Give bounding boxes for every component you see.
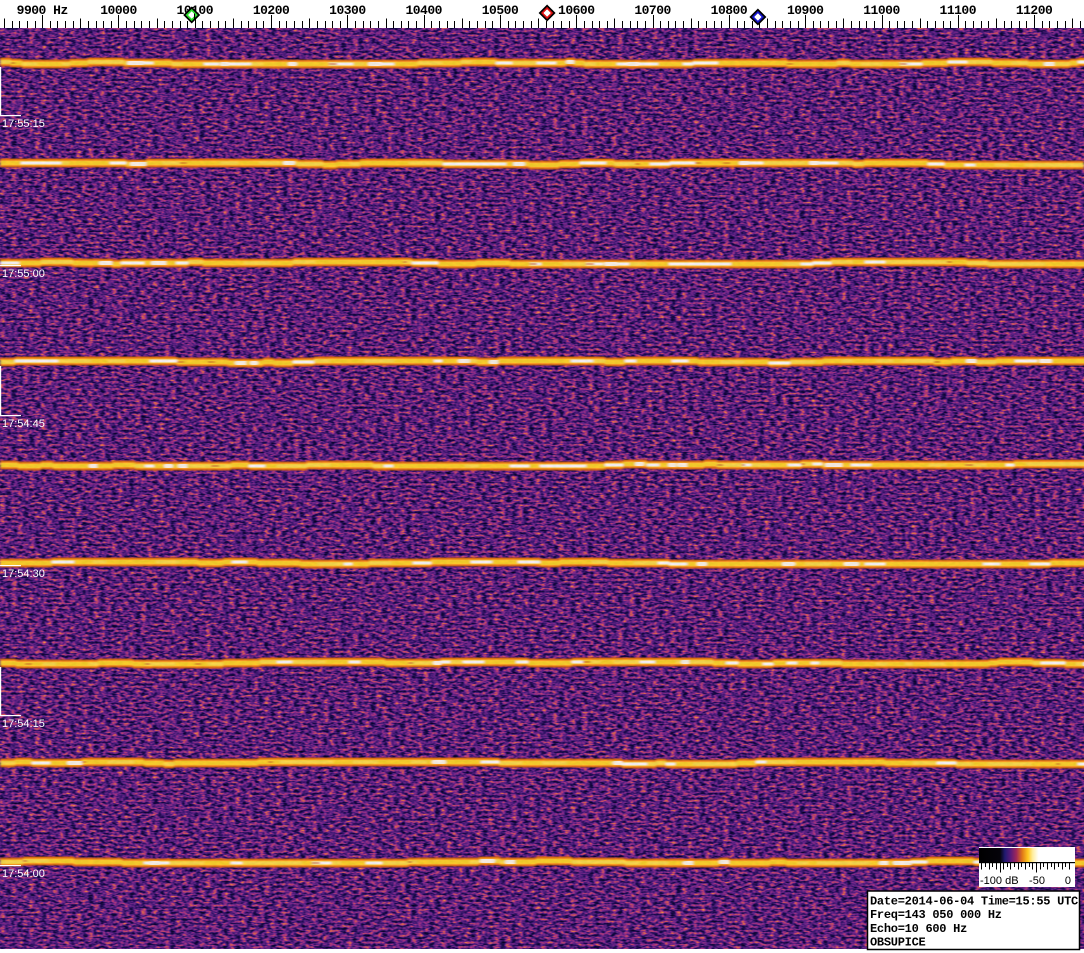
svg-text:10400: 10400 (405, 3, 442, 18)
svg-text:10900: 10900 (787, 3, 824, 18)
svg-text:10300: 10300 (329, 3, 366, 18)
svg-text:17:55:15: 17:55:15 (2, 118, 45, 130)
svg-text:11000: 11000 (863, 3, 900, 18)
svg-text:Freq=143 050 000 Hz: Freq=143 050 000 Hz (870, 908, 1002, 922)
svg-text:0: 0 (1065, 875, 1071, 887)
svg-text:-50: -50 (1029, 875, 1045, 887)
svg-text:Echo=10 600 Hz: Echo=10 600 Hz (870, 922, 967, 936)
svg-text:17:54:15: 17:54:15 (2, 718, 45, 730)
svg-text:17:55:00: 17:55:00 (2, 268, 45, 280)
svg-text:11200: 11200 (1016, 3, 1053, 18)
svg-text:17:54:45: 17:54:45 (2, 418, 45, 430)
svg-text:10600: 10600 (558, 3, 595, 18)
svg-text:Date=2014-06-04 Time=15:55 UTC: Date=2014-06-04 Time=15:55 UTC (870, 895, 1078, 909)
svg-text:OBSUPICE: OBSUPICE (870, 936, 926, 950)
svg-text:17:54:30: 17:54:30 (2, 568, 45, 580)
svg-text:10800: 10800 (711, 3, 748, 18)
svg-text:10200: 10200 (253, 3, 290, 18)
svg-text:17:54:00: 17:54:00 (2, 868, 45, 880)
svg-text:11100: 11100 (940, 3, 977, 18)
svg-text:10500: 10500 (482, 3, 519, 18)
svg-text:10000: 10000 (100, 3, 137, 18)
svg-text:-100 dB: -100 dB (980, 875, 1019, 887)
svg-text:10700: 10700 (634, 3, 671, 18)
svg-text:9900 Hz: 9900 Hz (17, 3, 68, 18)
